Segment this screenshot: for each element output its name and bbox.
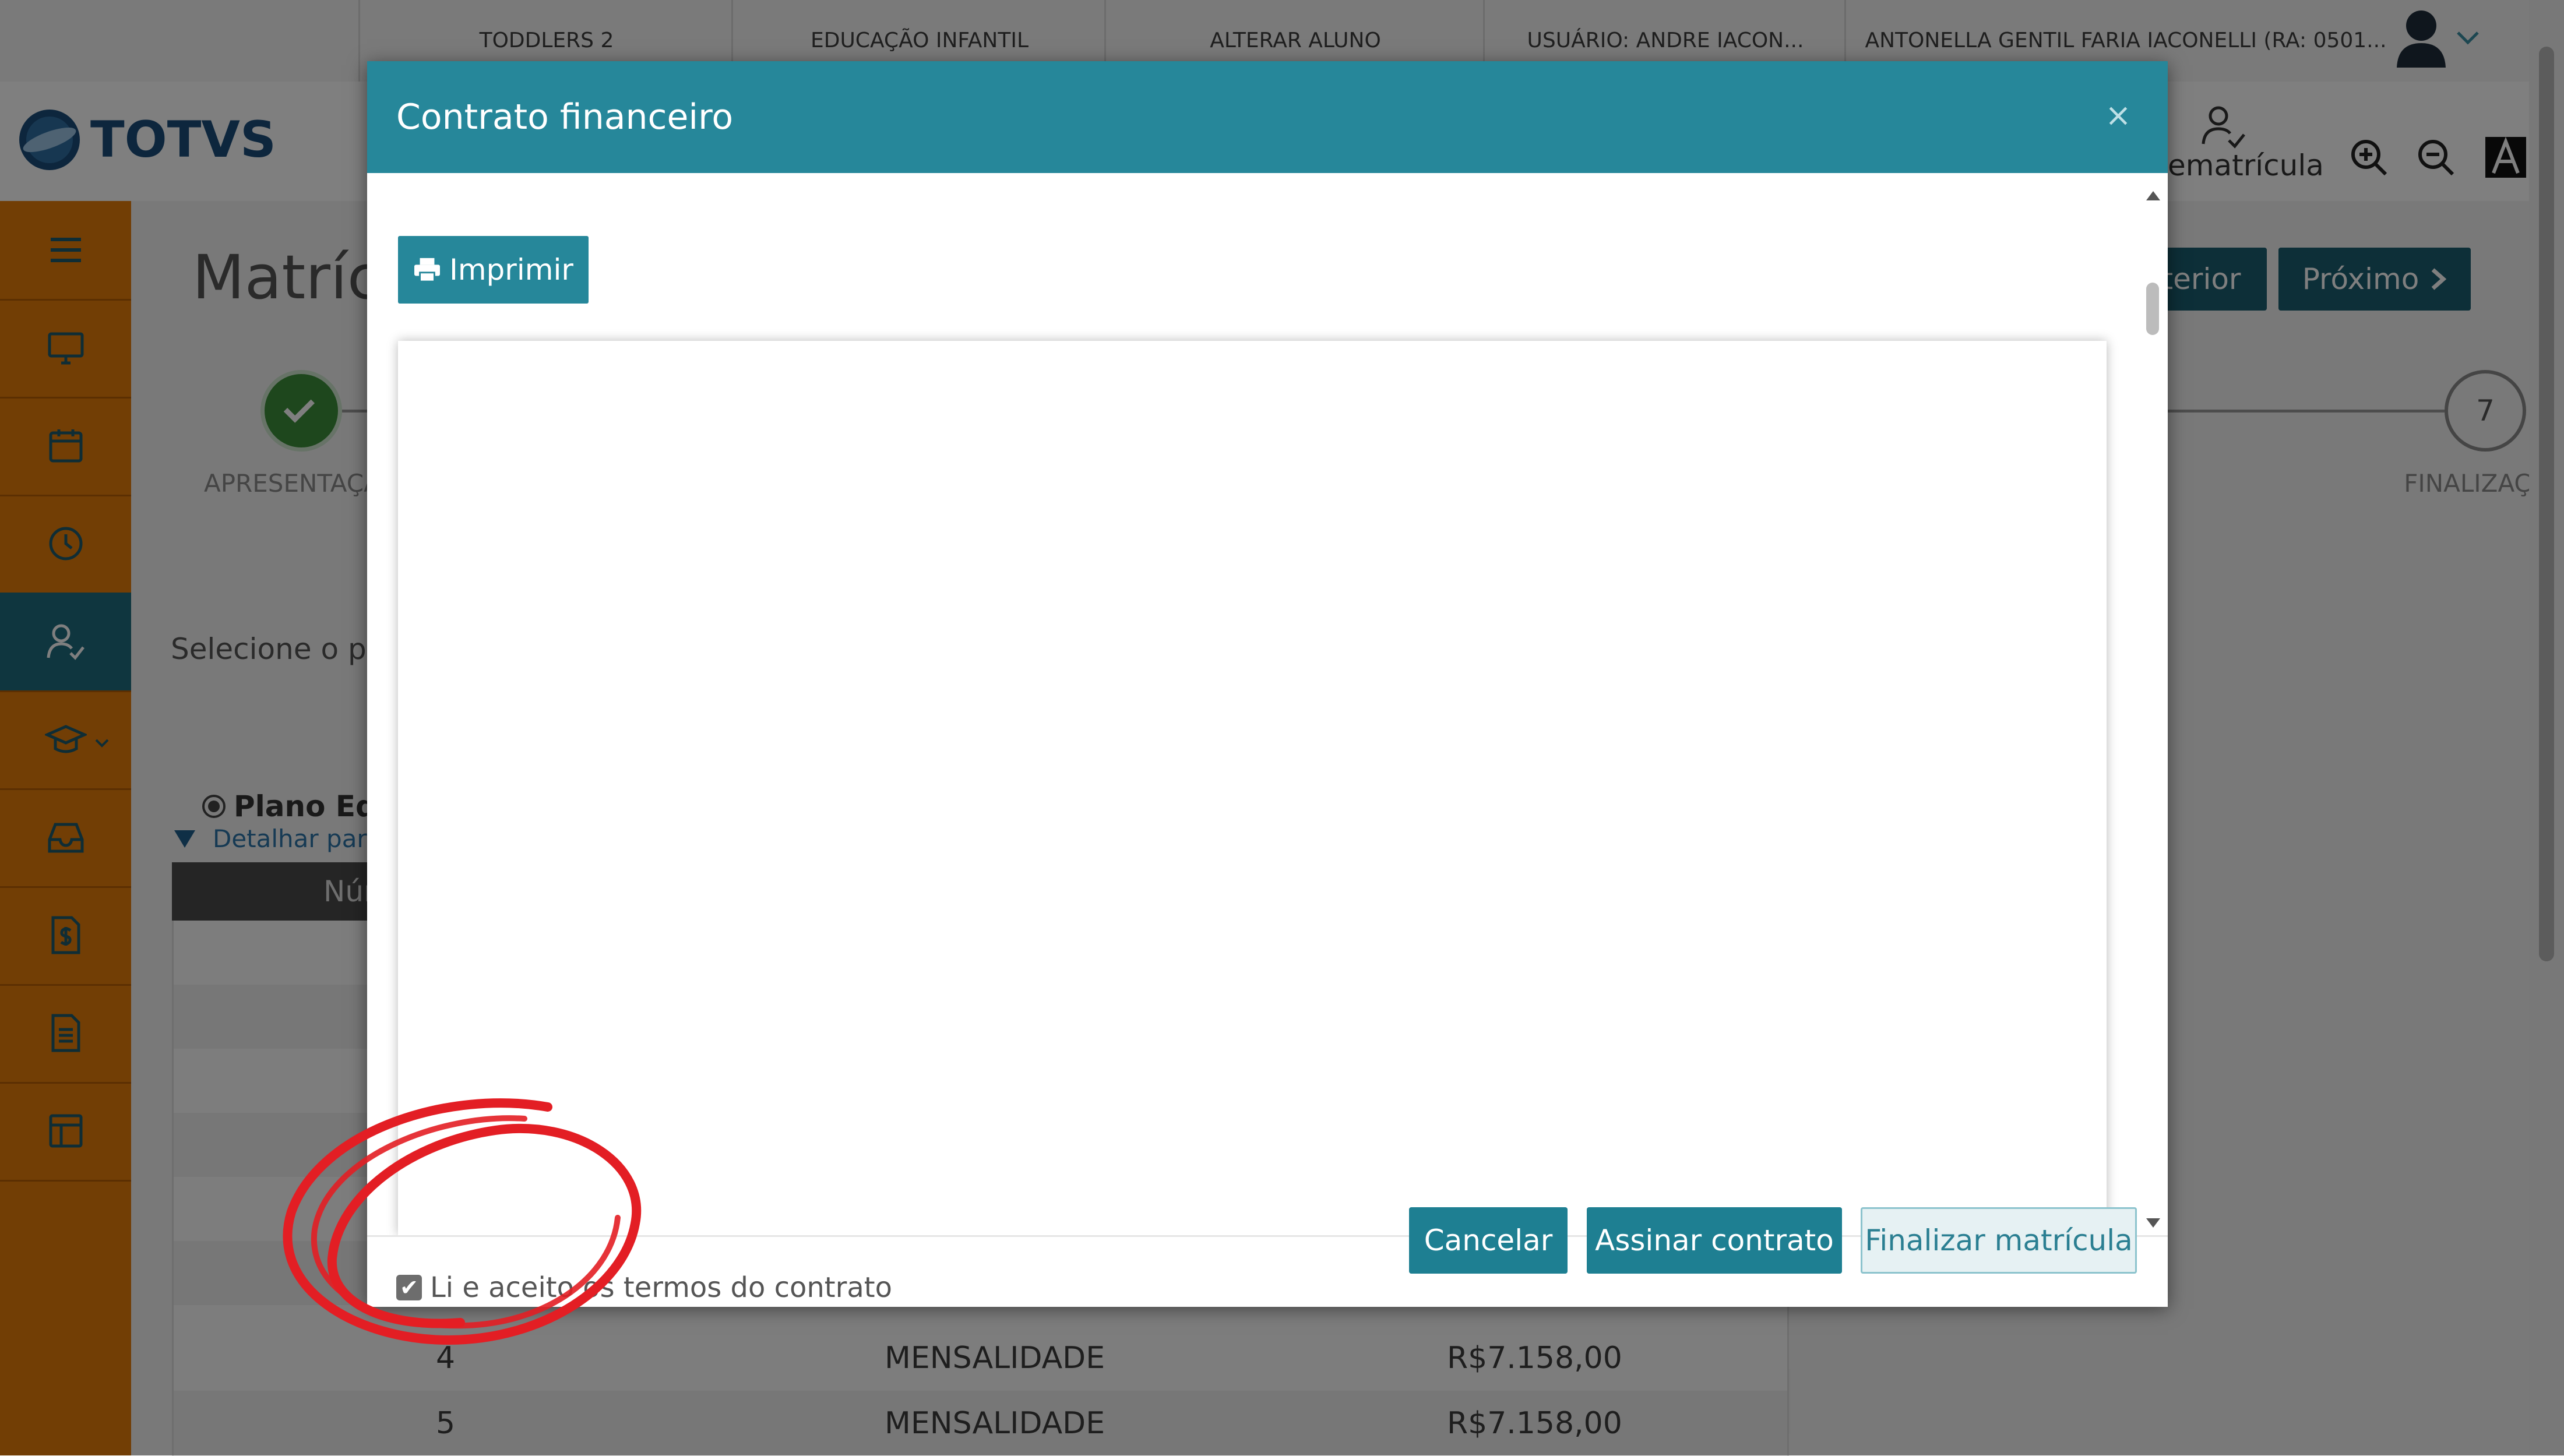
print-button[interactable]: Imprimir — [398, 236, 589, 304]
close-icon[interactable]: × — [2098, 95, 2139, 136]
contract-document-frame[interactable] — [398, 341, 2107, 1235]
modal-scrollbar[interactable] — [2142, 186, 2165, 1232]
accept-terms-checkbox[interactable]: ✔ Li e aceito os termos do contrato — [396, 1267, 892, 1308]
accept-terms-label: Li e aceito os termos do contrato — [430, 1271, 892, 1304]
scroll-down-icon[interactable] — [2142, 1215, 2165, 1232]
modal-title: Contrato financeiro — [396, 97, 734, 138]
sign-contract-button[interactable]: Assinar contrato — [1587, 1207, 1842, 1274]
scroll-up-icon[interactable] — [2142, 186, 2165, 204]
modal-scrollbar-thumb[interactable] — [2146, 283, 2159, 335]
checkbox-checked-icon[interactable]: ✔ — [396, 1275, 422, 1300]
cancel-button[interactable]: Cancelar — [1409, 1207, 1568, 1274]
printer-icon — [414, 258, 441, 283]
print-button-label: Imprimir — [449, 253, 573, 287]
modal-header: Contrato financeiro × — [367, 61, 2168, 173]
finish-enrollment-button[interactable]: Finalizar matrícula — [1861, 1207, 2137, 1274]
contract-modal: Contrato financeiro × Imprimir ✔ Li e ac… — [367, 61, 2168, 1308]
